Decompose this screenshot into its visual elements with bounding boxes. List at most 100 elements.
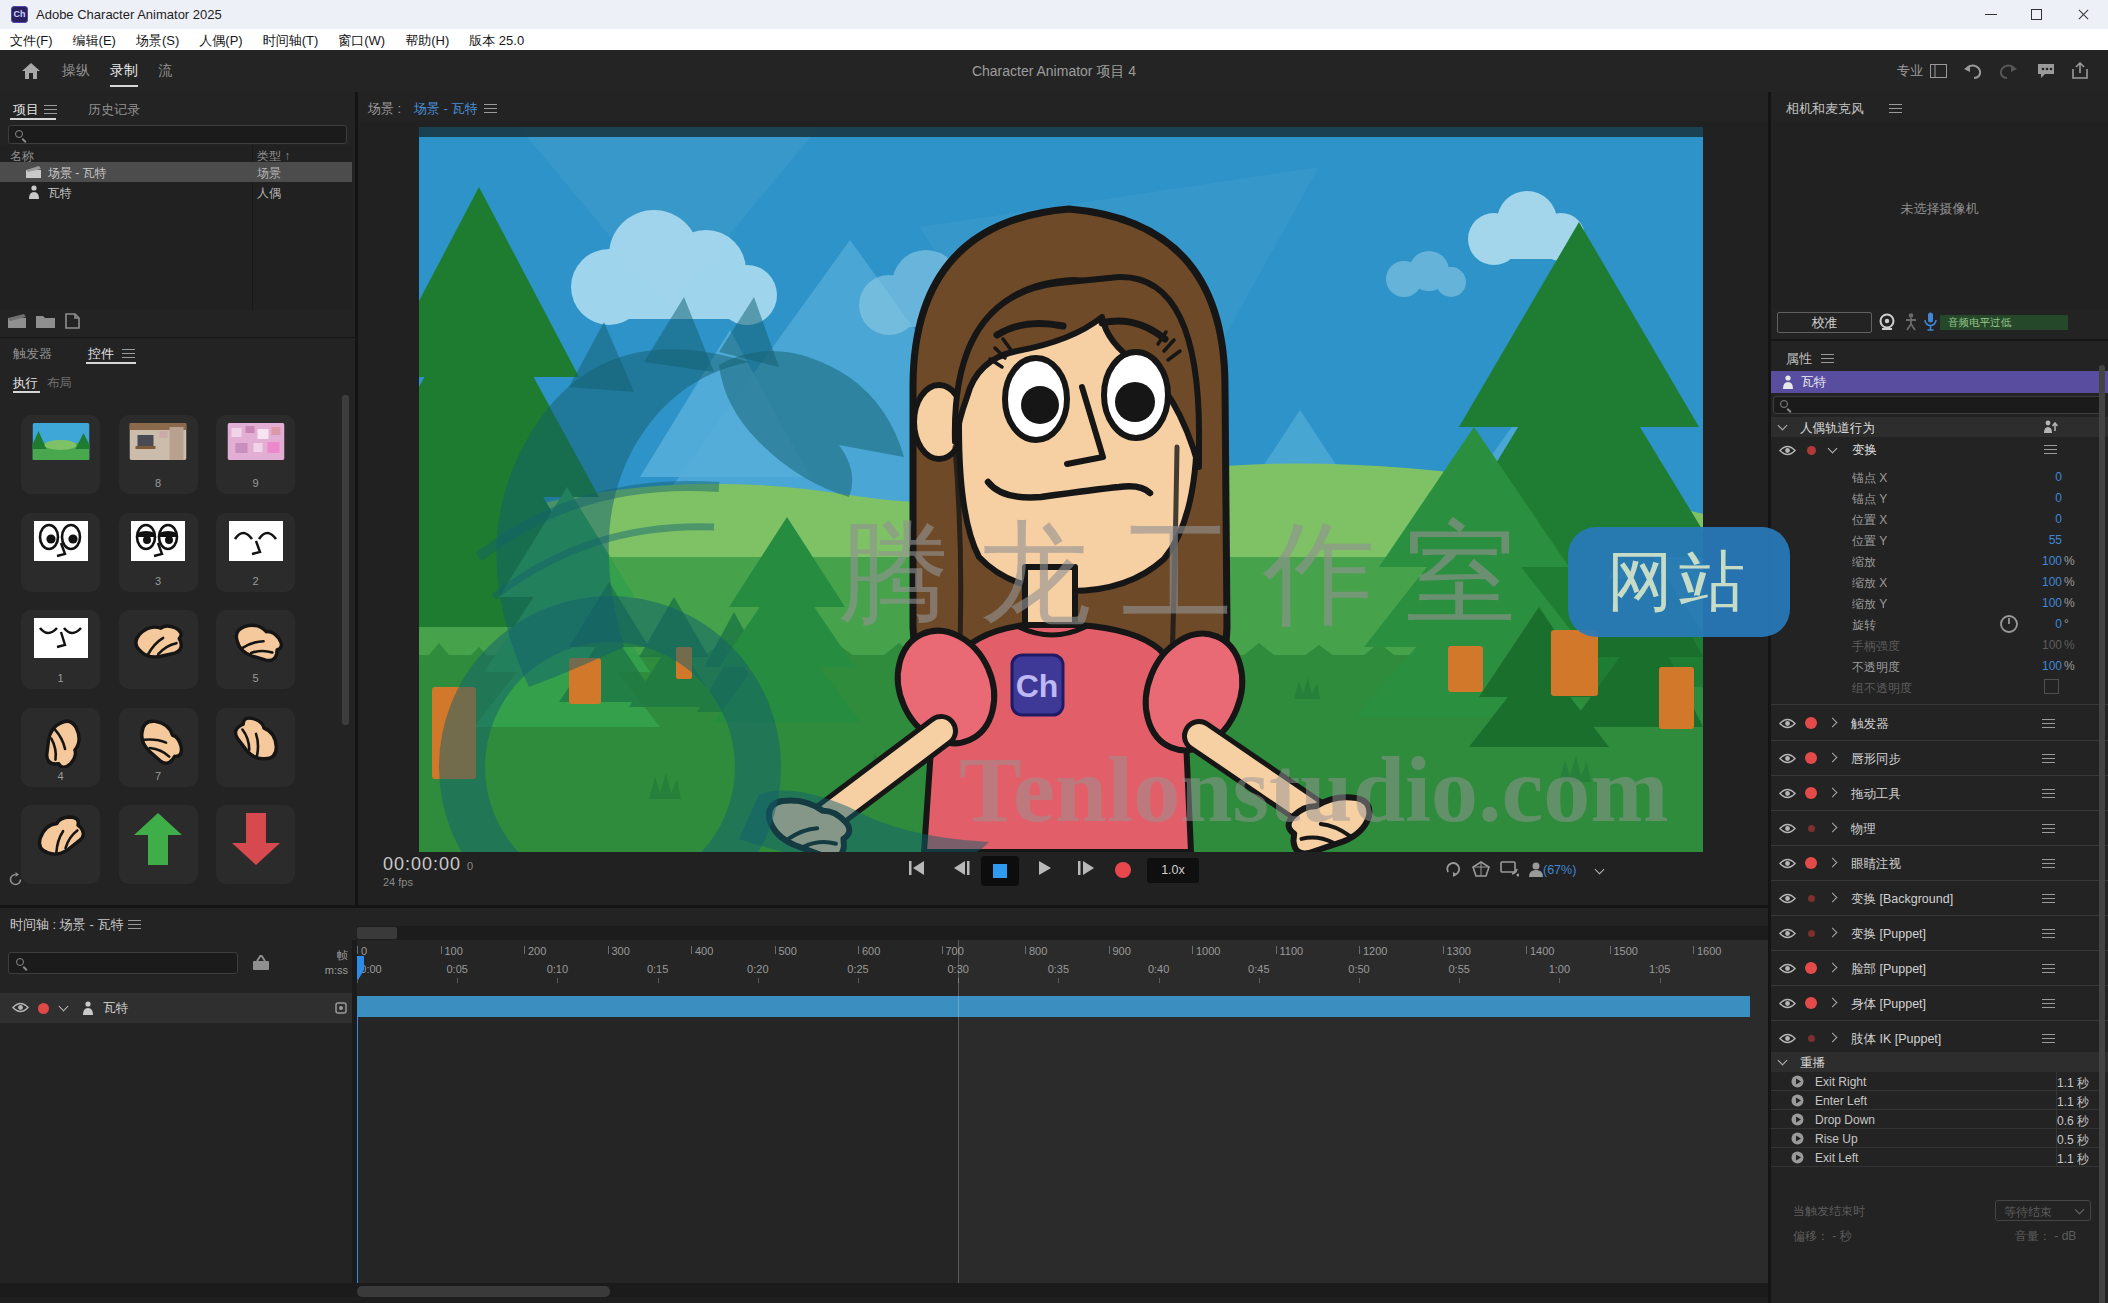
snapshot-icon[interactable] bbox=[1472, 861, 1490, 878]
calibrate-button[interactable]: 校准 bbox=[1777, 312, 1872, 333]
menu-item-0[interactable]: 文件(F) bbox=[0, 29, 63, 50]
control-cell-scene-green[interactable] bbox=[21, 415, 100, 494]
menu-item-3[interactable]: 人偶(P) bbox=[189, 29, 252, 50]
loop-icon[interactable] bbox=[1445, 861, 1462, 877]
control-cell-face-sleepy[interactable]: 1 bbox=[21, 610, 100, 689]
toolbar-tab-2[interactable]: 流 bbox=[158, 62, 172, 80]
properties-scrollbar[interactable] bbox=[2099, 365, 2105, 1303]
control-cell-eyes-bored[interactable]: 3 bbox=[119, 513, 198, 592]
scene-panel-menu-icon[interactable] bbox=[484, 104, 497, 113]
scene-canvas[interactable]: Ch 腾龙工作室 Tenlonstudio.com bbox=[419, 127, 1703, 852]
replay-row-4[interactable]: Exit Left1.1 秒 bbox=[1771, 1148, 2101, 1167]
control-cell-scene-room[interactable]: 8 bbox=[119, 415, 198, 494]
timeline-zoombar[interactable] bbox=[357, 926, 1768, 940]
control-cell-arrow-up[interactable] bbox=[119, 805, 198, 884]
tab-project[interactable]: 项目 bbox=[13, 101, 39, 119]
home-icon[interactable] bbox=[22, 63, 40, 79]
control-cell-hand-1[interactable] bbox=[119, 610, 198, 689]
control-cell-hand-2[interactable]: 5 bbox=[216, 610, 295, 689]
selected-puppet-row[interactable]: 瓦特 bbox=[1771, 371, 2108, 393]
behavior-menu-icon[interactable] bbox=[2044, 445, 2057, 454]
property-value[interactable]: 100 bbox=[2042, 575, 2062, 589]
property-value[interactable]: 100 bbox=[2042, 659, 2062, 673]
undo-icon[interactable] bbox=[1963, 63, 1982, 79]
project-panel-menu-icon[interactable] bbox=[44, 105, 57, 114]
eye-icon[interactable] bbox=[1779, 445, 1796, 456]
screen-share-icon[interactable] bbox=[1500, 861, 1519, 877]
panel-layout-icon[interactable] bbox=[1930, 64, 1947, 78]
maximize-button[interactable] bbox=[2014, 0, 2060, 29]
control-cell-scene-pink[interactable]: 9 bbox=[216, 415, 295, 494]
close-button[interactable] bbox=[2060, 0, 2106, 29]
behavior-row-7[interactable]: 脸部 [Puppet] bbox=[1771, 951, 2108, 986]
timeline-search-input[interactable] bbox=[8, 952, 238, 974]
tab-triggers[interactable]: 触发器 bbox=[13, 345, 52, 363]
track-row[interactable]: 瓦特 bbox=[0, 993, 352, 1023]
step-forward-button[interactable] bbox=[1077, 860, 1095, 876]
expand-icon[interactable] bbox=[1828, 444, 1838, 454]
feedback-icon[interactable] bbox=[2037, 63, 2055, 78]
control-cell-hand-5[interactable] bbox=[216, 708, 295, 787]
trigger-end-dropdown[interactable]: 等待结束 bbox=[1995, 1200, 2091, 1221]
control-cell-arrow-down[interactable] bbox=[216, 805, 295, 884]
section-replays[interactable]: 重播 bbox=[1771, 1052, 2108, 1072]
minimize-button[interactable] bbox=[1968, 0, 2014, 29]
timeline-scrollbar[interactable] bbox=[357, 1286, 610, 1297]
properties-panel-menu-icon[interactable] bbox=[1821, 354, 1834, 363]
project-search-input[interactable] bbox=[8, 125, 347, 144]
behavior-row-2[interactable]: 拖动工具 bbox=[1771, 776, 2108, 811]
new-folder-icon[interactable] bbox=[36, 314, 55, 328]
scene-header-name[interactable]: 场景 - 瓦特 bbox=[414, 100, 478, 118]
arm-record-dot[interactable] bbox=[1807, 446, 1816, 455]
workspace-label[interactable]: 专业 bbox=[1897, 62, 1923, 80]
redo-icon[interactable] bbox=[1999, 63, 2018, 79]
camera-icon[interactable] bbox=[1878, 313, 1896, 331]
timeline-tool-icon[interactable] bbox=[252, 955, 272, 971]
go-to-start-button[interactable] bbox=[908, 860, 926, 876]
replay-row-2[interactable]: Drop Down0.6 秒 bbox=[1771, 1110, 2101, 1129]
menu-item-4[interactable]: 时间轴(T) bbox=[253, 29, 329, 50]
property-value[interactable]: 100 bbox=[2042, 554, 2062, 568]
menu-item-1[interactable]: 编辑(E) bbox=[63, 29, 126, 50]
play-button[interactable] bbox=[1037, 860, 1053, 876]
project-row-0[interactable]: 场景 - 瓦特场景 bbox=[0, 162, 352, 182]
property-value[interactable]: 0 bbox=[2055, 491, 2062, 505]
new-scene-icon[interactable] bbox=[8, 314, 28, 329]
camera-panel-menu-icon[interactable] bbox=[1889, 104, 1902, 113]
replay-row-3[interactable]: Rise Up0.5 秒 bbox=[1771, 1129, 2101, 1148]
step-back-button[interactable] bbox=[953, 860, 971, 876]
property-value[interactable]: 0 bbox=[2055, 617, 2062, 631]
behavior-row-5[interactable]: 变换 [Background] bbox=[1771, 881, 2108, 916]
controls-panel-menu-icon[interactable] bbox=[122, 349, 135, 358]
properties-search-input[interactable] bbox=[1773, 396, 2105, 414]
control-cell-eyes-closed[interactable]: 2 bbox=[216, 513, 295, 592]
replay-row-0[interactable]: Exit Right1.1 秒 bbox=[1771, 1072, 2101, 1091]
property-value[interactable]: 100 bbox=[2042, 596, 2062, 610]
property-value[interactable]: 0 bbox=[2055, 470, 2062, 484]
controls-scrollbar[interactable] bbox=[342, 395, 349, 725]
control-cell-hand-4[interactable]: 7 bbox=[119, 708, 198, 787]
new-puppet-icon[interactable] bbox=[64, 313, 80, 329]
collapse-icon[interactable] bbox=[59, 1002, 69, 1012]
behavior-row-3[interactable]: 物理 bbox=[1771, 811, 2108, 846]
group-opacity-checkbox[interactable] bbox=[2044, 679, 2059, 694]
control-cell-eyes-open[interactable] bbox=[21, 513, 100, 592]
menu-item-7[interactable]: 版本 25.0 bbox=[459, 29, 534, 50]
behavior-row-4[interactable]: 眼睛注视 bbox=[1771, 846, 2108, 881]
stop-button[interactable] bbox=[981, 856, 1019, 886]
subtab-layout[interactable]: 布局 bbox=[47, 375, 72, 392]
eye-icon[interactable] bbox=[12, 1002, 29, 1013]
timeline-lane[interactable]: 0100200300400500600700800900100011001200… bbox=[357, 940, 1768, 1283]
behavior-row-6[interactable]: 变换 [Puppet] bbox=[1771, 916, 2108, 951]
control-cell-hand-6[interactable] bbox=[21, 805, 100, 884]
tab-controls[interactable]: 控件 bbox=[88, 345, 114, 363]
zoom-level[interactable]: (67%) bbox=[1543, 863, 1576, 877]
refresh-icon[interactable] bbox=[8, 872, 23, 887]
playback-speed[interactable]: 1.0x bbox=[1147, 858, 1199, 883]
property-value[interactable]: 55 bbox=[2049, 533, 2062, 547]
property-value[interactable]: 100 bbox=[2042, 638, 2062, 652]
record-button[interactable] bbox=[1115, 862, 1131, 878]
section-track-behaviors[interactable]: 人偶轨道行为 bbox=[1771, 417, 2108, 437]
property-value[interactable]: 0 bbox=[2055, 512, 2062, 526]
track-mode-icon[interactable] bbox=[334, 1001, 348, 1015]
